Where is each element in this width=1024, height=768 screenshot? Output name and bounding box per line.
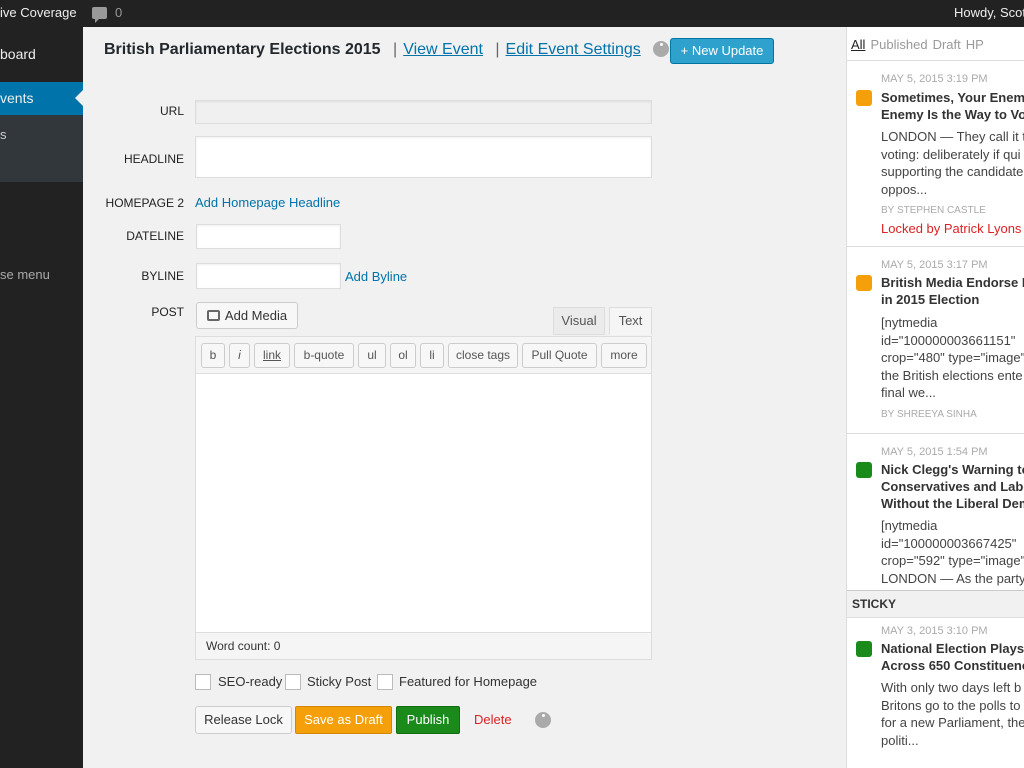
publish-button[interactable]: Publish [396,706,460,734]
delete-link[interactable]: Delete [474,712,512,727]
qt-ul-button[interactable]: ul [358,343,386,368]
update-headline: Nick Clegg's Warning to Conservatives and… [881,462,1024,511]
url-label: URL [159,104,184,118]
update-excerpt: [nytmedia id="100000003667425" crop="592" … [881,518,1024,586]
user-account-menu[interactable]: Howdy, Scot [954,5,1024,20]
view-event-link[interactable]: View Event [403,41,483,58]
sidebar-item-events[interactable]: vents [0,82,83,115]
word-count: Word count: 0 [195,632,652,660]
update-card[interactable]: MAY 5, 2015 3:19 PM Sometimes, Your Enem… [847,60,1024,247]
media-icon [206,310,220,321]
update-card[interactable]: MAY 5, 2015 3:17 PM British Media Endors… [847,247,1024,434]
sticky-post-checkbox[interactable] [285,674,301,690]
homepage2-label: HOMEPAGE 2 [105,196,184,210]
filter-hp[interactable]: HP [966,37,984,52]
qt-pull-quote-button[interactable]: Pull Quote [522,343,597,368]
update-date: MAY 3, 2015 3:10 PM [881,625,988,637]
qt-italic-button[interactable]: i [229,343,250,368]
update-headline: Sometimes, Your Enemy Enemy Is the Way to… [881,90,1024,122]
page-title: British Parliamentary Elections 2015 [104,41,381,58]
dateline-label: DATELINE [126,229,184,243]
comment-count: 0 [115,5,123,20]
featured-homepage-checkbox[interactable] [377,674,393,690]
loading-spinner-icon [653,41,670,57]
update-headline: National Election Plays O Across 650 Cons… [881,641,1024,673]
byline-field[interactable] [196,263,341,289]
status-indicator [856,462,872,478]
filter-published[interactable]: Published [870,37,927,52]
update-headline: British Media Endorse Pin 2015 Election [881,275,1024,307]
tab-visual[interactable]: Visual [553,307,605,335]
add-homepage-headline-link[interactable]: Add Homepage Headline [195,195,340,210]
featured-homepage-label: Featured for Homepage [399,674,538,689]
headline-field[interactable] [195,136,652,178]
sidebar-item-dashboard[interactable]: board [0,46,83,62]
update-excerpt: With only two days left b Britons go to t… [881,680,1024,748]
collapse-menu-button[interactable]: se menu [0,267,83,282]
comment-icon [92,7,107,23]
separator: | [495,41,500,58]
sidebar-submenu: s [0,115,83,182]
status-indicator [856,90,872,106]
update-date: MAY 5, 2015 1:54 PM [881,446,988,458]
qt-ol-button[interactable]: ol [390,343,416,368]
headline-label: HEADLINE [123,152,184,166]
admin-bar: ive Coverage 0 Howdy, Scot [0,0,1024,27]
update-author: BY STEPHEN CASTLE [881,205,986,216]
save-draft-button[interactable]: Save as Draft [295,706,392,734]
edit-event-settings-link[interactable]: Edit Event Settings [506,41,641,58]
update-card[interactable]: MAY 5, 2015 1:54 PM Nick Clegg's Warning… [847,434,1024,590]
sidebar-submenu-item[interactable]: s [0,127,7,142]
update-lock-status: Locked by Patrick Lyons [881,221,1022,236]
update-excerpt: LONDON — They call it ta voting: delibera… [881,129,1024,197]
seo-ready-checkbox[interactable] [195,674,211,690]
separator: | [393,41,398,58]
filter-all[interactable]: All [851,37,865,52]
qt-more-button[interactable]: more [601,343,647,368]
updates-panel: All Published Draft HP MAY 5, 2015 3:19 PM … [846,27,1024,768]
add-media-label: Add Media [224,308,288,323]
add-media-button[interactable]: Add Media [196,302,298,329]
updates-filter-bar: All Published Draft HP [851,37,989,52]
status-indicator [856,275,872,291]
qt-link-button[interactable]: link [254,343,290,368]
loading-spinner-icon [535,712,551,728]
seo-ready-label: SEO-ready [218,674,283,689]
qt-bold-button[interactable]: b [201,343,225,368]
comments-link[interactable]: 0 [92,5,123,23]
release-lock-button[interactable]: Release Lock [195,706,292,734]
update-date: MAY 5, 2015 3:19 PM [881,73,988,85]
qt-li-button[interactable]: li [420,343,444,368]
qt-bquote-button[interactable]: b-quote [294,343,354,368]
url-field[interactable] [195,100,652,124]
post-label: POST [151,305,184,319]
sticky-section-header: STICKY [847,590,1024,618]
sticky-post-label: Sticky Post [307,674,372,689]
update-author: BY SHREEYA SINHA [881,409,977,420]
status-indicator [856,641,872,657]
filter-draft[interactable]: Draft [933,37,961,52]
update-date: MAY 5, 2015 3:17 PM [881,259,988,271]
qt-close-tags-button[interactable]: close tags [448,343,518,368]
dateline-field[interactable] [196,224,341,249]
update-excerpt: [nytmedia id="100000003661151" crop="480" … [881,315,1024,400]
post-content-editor[interactable] [195,373,652,633]
add-byline-link[interactable]: Add Byline [345,269,407,284]
page-header: British Parliamentary Elections 2015 | Vi… [104,41,670,59]
new-update-button[interactable]: + New Update [670,38,774,64]
admin-sidebar: board vents s se menu [0,27,83,768]
site-name-link[interactable]: ive Coverage [0,5,77,20]
tab-text[interactable]: Text [609,307,652,335]
update-card[interactable]: MAY 3, 2015 3:10 PM National Election Pl… [847,618,1024,768]
byline-label: BYLINE [141,269,184,283]
